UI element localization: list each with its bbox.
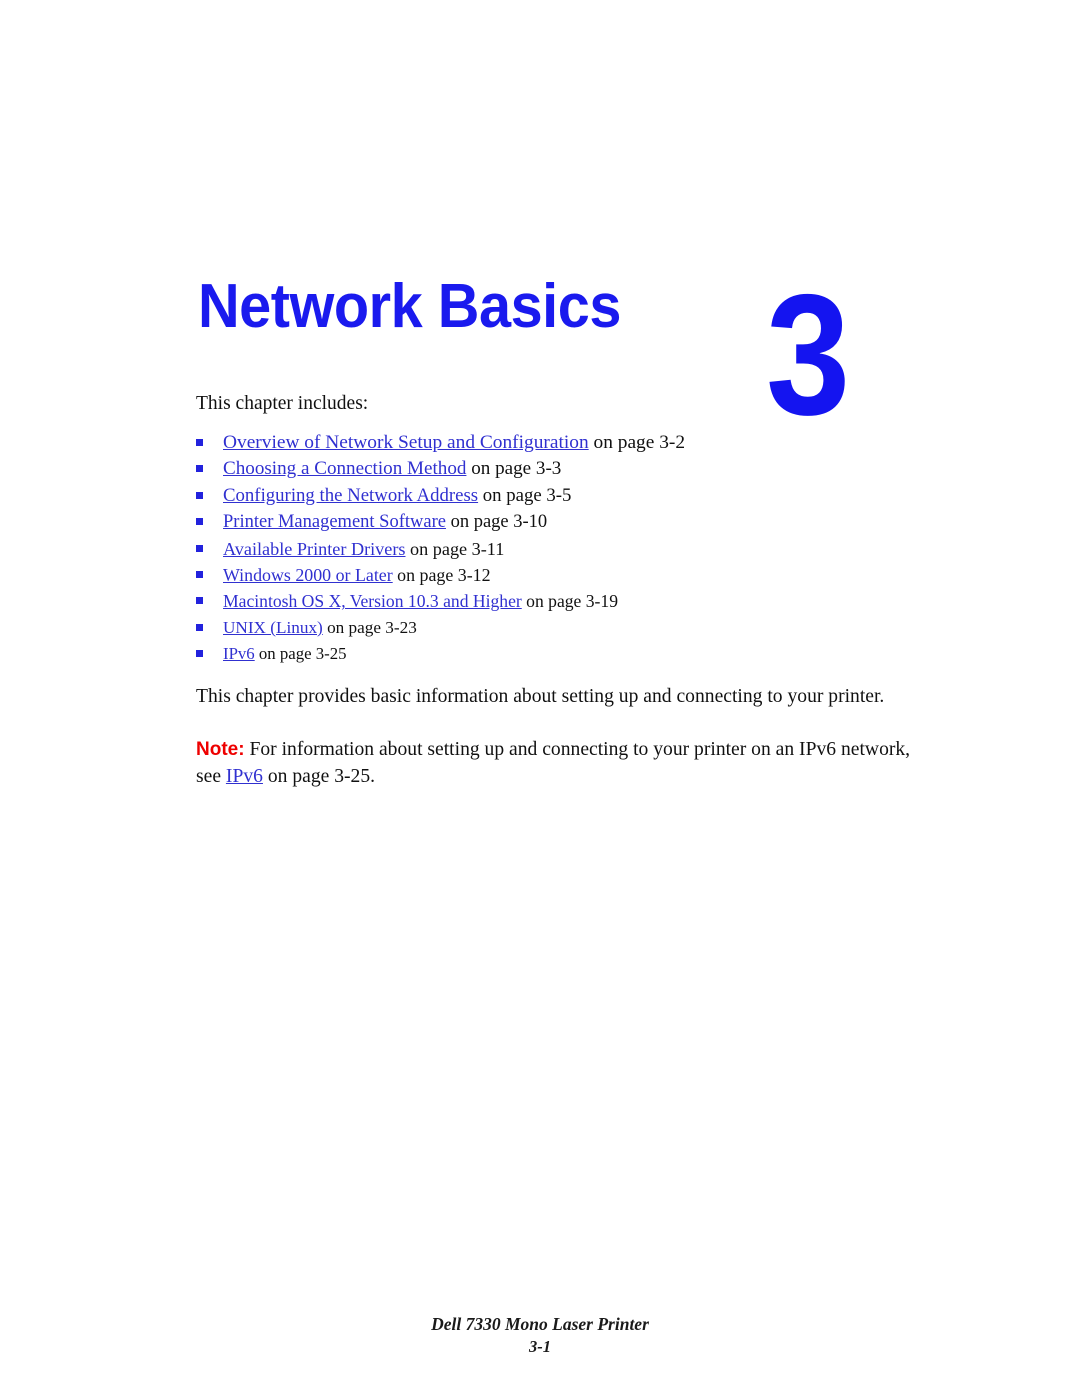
toc-link[interactable]: IPv6	[223, 644, 255, 663]
list-item[interactable]: Printer Management Software on page 3-10	[196, 509, 920, 535]
bullet-square-icon	[196, 571, 203, 579]
bullet-square-icon	[196, 650, 203, 658]
toc-page-reference: on page 3-12	[392, 565, 491, 586]
intro-line: This chapter includes:	[196, 393, 369, 414]
toc-page-reference: on page 3-5	[478, 484, 572, 506]
toc-link[interactable]: Overview of Network Setup and Configurat…	[223, 432, 589, 453]
footer-product-name: Dell 7330 Mono Laser Printer	[431, 1314, 649, 1334]
toc-link[interactable]: Choosing a Connection Method	[223, 458, 466, 479]
list-item[interactable]: Available Printer Drivers on page 3-11	[196, 536, 920, 562]
toc-page-reference: on page 3-25	[254, 644, 347, 664]
toc-link[interactable]: Printer Management Software	[223, 512, 446, 532]
toc-link[interactable]: UNIX (Linux)	[223, 618, 323, 637]
chapter-header: Network Basics 3	[0, 132, 1080, 450]
list-item[interactable]: Windows 2000 or Later on page 3-12	[196, 562, 920, 588]
content-area: This chapter includes: Overview of Netwo…	[196, 392, 920, 790]
bullet-square-icon	[196, 544, 203, 552]
toc-link[interactable]: Configuring the Network Address	[223, 485, 478, 506]
bullet-square-icon	[196, 597, 203, 605]
list-item[interactable]: IPv6 on page 3-25	[196, 641, 920, 667]
note-block: Note: For information about setting up a…	[196, 736, 920, 790]
toc-page-reference: on page 3-11	[405, 538, 505, 559]
toc-page-reference: on page 3-10	[445, 512, 548, 533]
list-item[interactable]: Configuring the Network Address on page …	[196, 483, 920, 509]
note-link[interactable]: IPv6	[226, 766, 263, 787]
toc-page-reference: on page 3-23	[322, 617, 417, 637]
toc-page-reference: on page 3-19	[521, 591, 619, 612]
toc-page-reference: on page 3-2	[588, 432, 686, 453]
note-text-after: on page 3-25.	[262, 765, 376, 787]
bullet-square-icon	[196, 491, 203, 499]
list-item[interactable]: UNIX (Linux) on page 3-23	[196, 615, 920, 641]
page-footer: Dell 7330 Mono Laser Printer 3-1	[0, 1312, 1080, 1358]
bullet-square-icon	[196, 623, 203, 631]
list-item[interactable]: Overview of Network Setup and Configurat…	[196, 430, 920, 456]
toc-link[interactable]: Available Printer Drivers	[223, 539, 406, 559]
bullet-square-icon	[196, 439, 203, 446]
list-item[interactable]: Choosing a Connection Method on page 3-3	[196, 456, 920, 482]
chapter-contents-list: Overview of Network Setup and Configurat…	[196, 430, 920, 668]
page-title: Network Basics	[198, 272, 621, 341]
note-label: Note:	[196, 738, 245, 760]
body-paragraph: This chapter provides basic information …	[196, 685, 885, 707]
list-item[interactable]: Macintosh OS X, Version 10.3 and Higher …	[196, 588, 920, 614]
toc-page-reference: on page 3-3	[466, 458, 562, 480]
toc-link[interactable]: Windows 2000 or Later	[223, 565, 393, 585]
toc-link[interactable]: Macintosh OS X, Version 10.3 and Higher	[223, 591, 522, 611]
footer-page-number: 3-1	[529, 1337, 551, 1356]
bullet-square-icon	[196, 465, 203, 473]
bullet-square-icon	[196, 518, 203, 526]
document-page: Network Basics 3 This chapter includes: …	[0, 0, 1080, 1397]
